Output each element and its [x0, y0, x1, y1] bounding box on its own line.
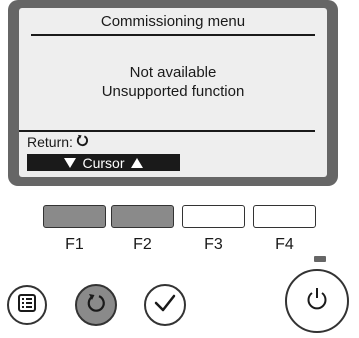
- f1-label: F1: [65, 236, 84, 253]
- menu-icon: [17, 293, 37, 318]
- message-line-1: Not available: [129, 64, 217, 81]
- title-divider: [31, 34, 315, 36]
- cursor-label: Cursor: [82, 154, 125, 171]
- cursor-hint: Cursor: [27, 154, 180, 171]
- return-label: Return:: [27, 134, 73, 150]
- lcd-frame: Commissioning menu Not available Unsuppo…: [8, 0, 338, 186]
- screen-title: Commissioning menu: [100, 13, 246, 30]
- f3-key[interactable]: [182, 205, 245, 228]
- return-button[interactable]: [75, 284, 117, 326]
- f4-key[interactable]: [253, 205, 316, 228]
- message-line-2: Unsupported function: [101, 83, 245, 100]
- power-icon: [305, 286, 329, 317]
- triangle-up-icon: [130, 155, 143, 171]
- f2-key[interactable]: [111, 205, 174, 228]
- footer-divider: [19, 130, 315, 132]
- lcd-screen: Commissioning menu Not available Unsuppo…: [19, 8, 327, 177]
- status-led: [314, 256, 326, 262]
- return-arrow-icon: [85, 292, 107, 319]
- return-hint: Return:: [27, 134, 89, 150]
- f3-label: F3: [204, 236, 223, 253]
- checkmark-icon: [153, 292, 177, 319]
- f4-label: F4: [275, 236, 294, 253]
- f1-key[interactable]: [43, 205, 106, 228]
- f2-label: F2: [133, 236, 152, 253]
- confirm-button[interactable]: [144, 284, 186, 326]
- menu-button[interactable]: [7, 285, 47, 325]
- triangle-down-icon: [64, 155, 77, 171]
- power-button[interactable]: [285, 269, 349, 333]
- return-arrow-icon: [76, 134, 89, 150]
